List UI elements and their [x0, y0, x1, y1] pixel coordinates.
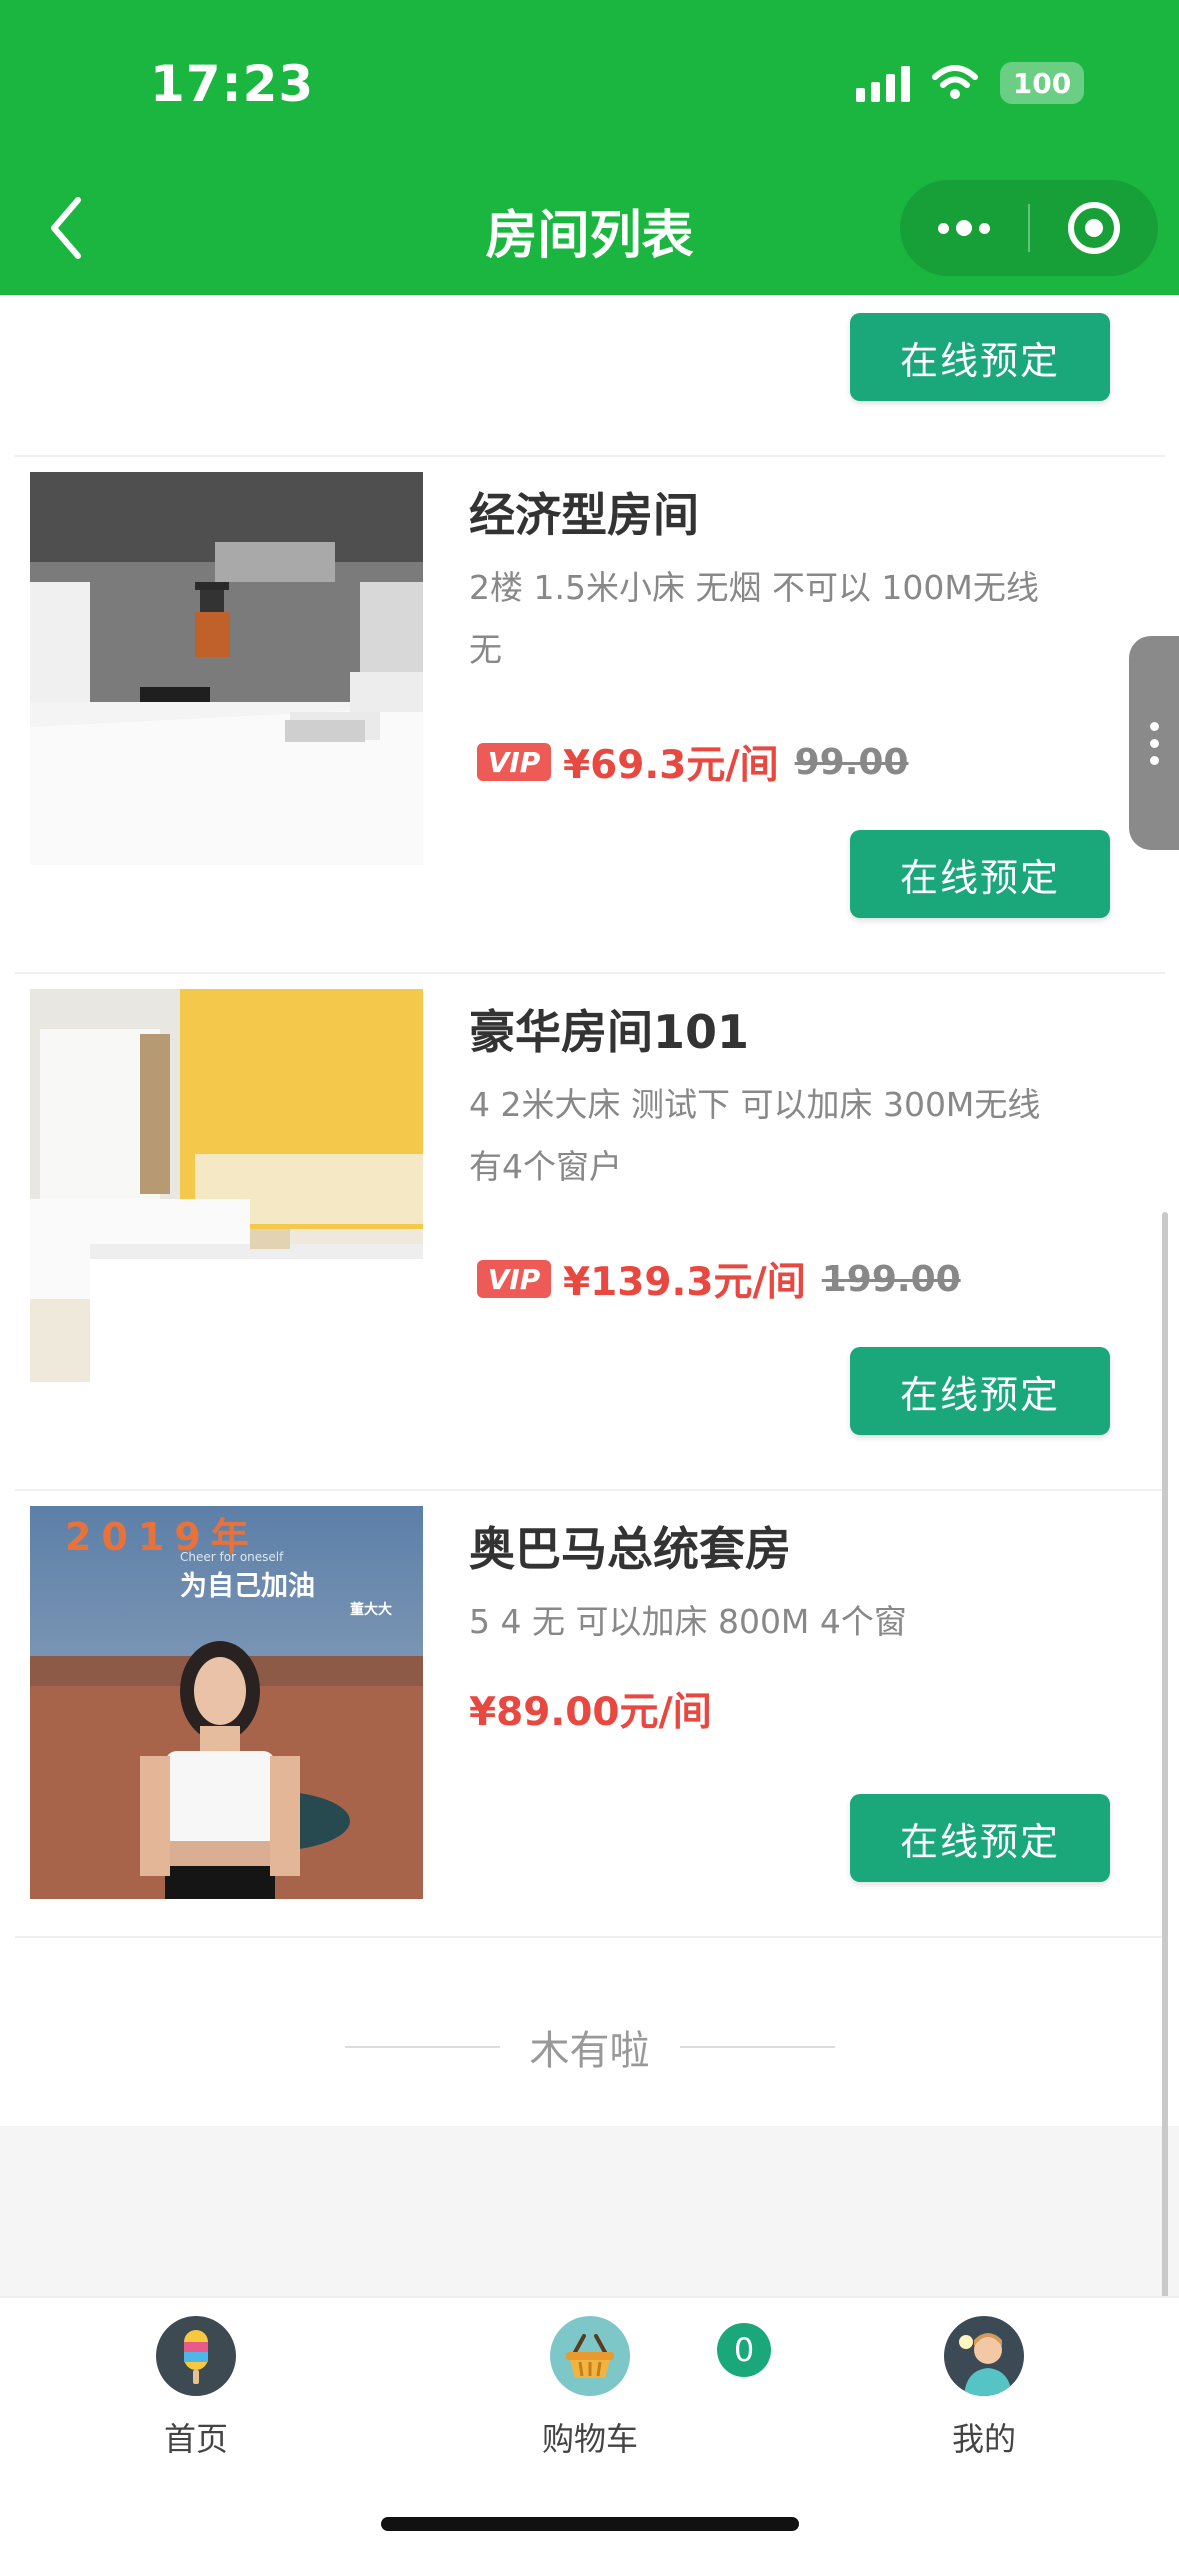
room-item[interactable]: 豪华房间101 4 2米大床 测试下 可以加床 300M无线 有4个窗户 VIP…: [15, 974, 1165, 1491]
vip-badge: VIP: [477, 1260, 551, 1298]
divider-line: [344, 2046, 500, 2048]
tab-label: 购物车: [541, 2420, 638, 2458]
tab-label: 我的: [951, 2420, 1016, 2458]
status-time: 17:23: [150, 55, 315, 113]
side-menu-tab[interactable]: [1129, 636, 1179, 850]
tab-home[interactable]: 首页: [96, 2316, 296, 2460]
room-name: 豪华房间101: [469, 1005, 750, 1059]
more-menu-button[interactable]: [900, 180, 1028, 276]
status-icons: 100: [856, 62, 1084, 104]
price-row: VIP ¥69.3元/间 99.00: [477, 734, 908, 790]
room-item[interactable]: 2019年 为自己加油 Cheer for oneself 董大大 奥巴马总统套…: [15, 1491, 1165, 1938]
room-item[interactable]: 经济型房间 2楼 1.5米小床 无烟 不可以 100M无线 无 VIP ¥69.…: [15, 457, 1165, 974]
room-name: 奥巴马总统套房: [469, 1522, 791, 1576]
book-online-button[interactable]: 在线预定: [850, 1347, 1110, 1435]
cart-count-badge: 0: [717, 2323, 771, 2377]
tab-profile[interactable]: 我的: [884, 2316, 1084, 2460]
miniprogram-capsule: [900, 180, 1158, 276]
price-row: VIP ¥139.3元/间 199.00: [477, 1251, 961, 1307]
popsicle-icon: [156, 2316, 236, 2396]
basket-icon: [550, 2316, 630, 2396]
vip-price: ¥69.3元/间: [563, 743, 779, 788]
poster-line2: Cheer for oneself: [180, 1550, 284, 1564]
room-image: [30, 295, 423, 345]
poster-tag: 董大大: [350, 1602, 392, 1618]
price-row: ¥89.00元/间: [469, 1681, 712, 1737]
poster-line1: 为自己加油: [180, 1571, 315, 1602]
scrollbar[interactable]: [1162, 1212, 1168, 2402]
home-indicator[interactable]: [381, 2517, 799, 2531]
vip-badge: VIP: [477, 743, 551, 781]
vip-price: ¥139.3元/间: [563, 1260, 806, 1305]
user-avatar-icon: [944, 2316, 1024, 2396]
room-image: [30, 472, 423, 865]
room-description: 2楼 1.5米小床 无烟 不可以 100M无线 无: [469, 568, 1039, 669]
original-price: 99.00: [794, 741, 909, 783]
battery-indicator: 100: [1000, 62, 1084, 104]
book-online-button[interactable]: 在线预定: [850, 830, 1110, 918]
close-miniprogram-button[interactable]: [1030, 180, 1158, 276]
footer-spacer: [0, 2126, 1179, 2296]
room-item-partial: 在线预定: [15, 295, 1165, 457]
book-online-button[interactable]: 在线预定: [850, 1794, 1110, 1882]
tab-cart[interactable]: 购物车: [490, 2316, 690, 2460]
room-image: [30, 989, 423, 1382]
divider-line: [679, 2046, 835, 2048]
wifi-icon: [932, 65, 978, 99]
end-of-list-text: 木有啦: [529, 2028, 650, 2074]
price: ¥89.00元/间: [469, 1690, 712, 1735]
original-price: 199.00: [821, 1258, 961, 1300]
target-icon: [1067, 202, 1120, 254]
header: 17:23 100 房间列表: [0, 0, 1179, 295]
more-dots-icon: [938, 220, 990, 236]
room-description: 4 2米大床 测试下 可以加床 300M无线 有4个窗户: [469, 1085, 1041, 1186]
signal-icon: [856, 64, 910, 102]
end-of-list: 木有啦: [0, 2018, 1179, 2076]
room-description: 5 4 无 可以加床 800M 4个窗: [469, 1602, 907, 1641]
room-list: 在线预定 经济型房间 2楼 1.5米小床 无烟 不可以 100M无线 无 VIP…: [0, 295, 1179, 2125]
room-image: 2019年 为自己加油 Cheer for oneself 董大大: [30, 1506, 423, 1899]
tab-label: 首页: [163, 2420, 228, 2458]
book-online-button[interactable]: 在线预定: [850, 313, 1110, 401]
room-name: 经济型房间: [469, 488, 699, 542]
